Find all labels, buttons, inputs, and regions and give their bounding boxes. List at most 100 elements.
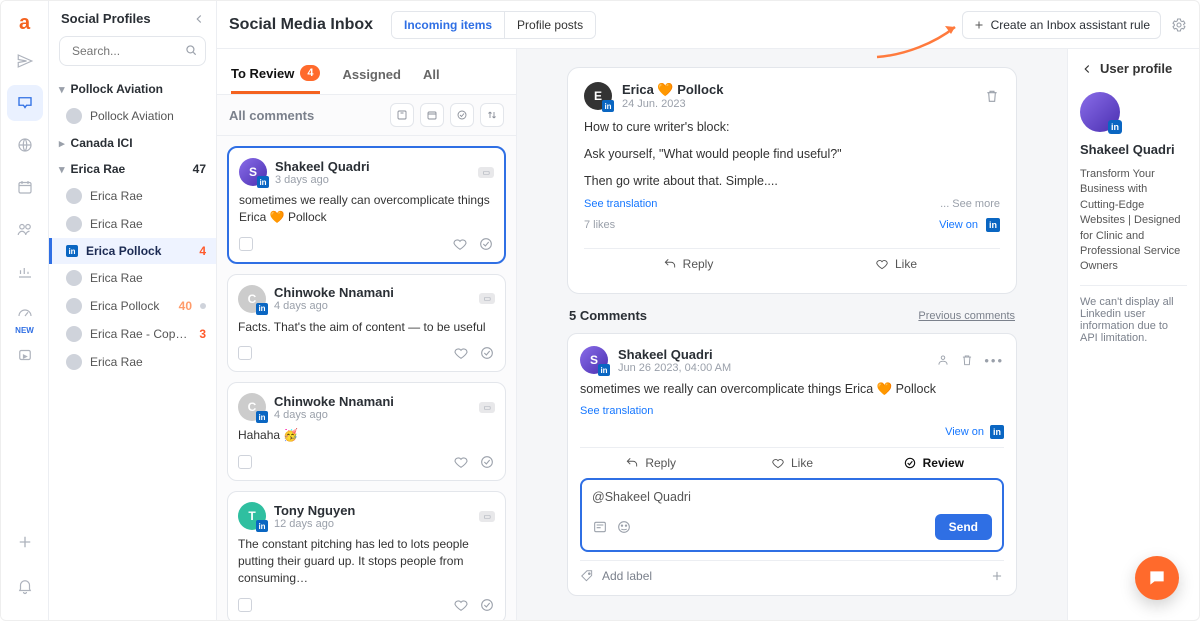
- avatar-icon: [66, 326, 82, 342]
- check-circle-icon[interactable]: [479, 454, 495, 470]
- heart-icon[interactable]: [453, 345, 469, 361]
- profile-note: We can't display all Linkedin user infor…: [1080, 285, 1187, 344]
- add-label-plus-icon[interactable]: [990, 569, 1004, 583]
- profile-item[interactable]: Erica Rae - Copywriter ...3: [49, 320, 216, 348]
- see-translation-link[interactable]: See translation: [580, 405, 653, 417]
- rail-people-icon[interactable]: [7, 211, 43, 247]
- check-circle-icon[interactable]: [478, 236, 494, 252]
- create-rule-button[interactable]: Create an Inbox assistant rule: [962, 11, 1161, 39]
- tab-to-review[interactable]: To Review4: [231, 59, 320, 94]
- rail-library-icon[interactable]: [7, 337, 43, 373]
- check-circle-icon[interactable]: [479, 345, 495, 361]
- post-line: Then go write about that. Simple....: [584, 172, 1000, 191]
- likes-count: 7 likes: [584, 219, 615, 231]
- profile-item[interactable]: Erica Rae: [49, 348, 216, 376]
- mark-reviewed-icon[interactable]: [450, 103, 474, 127]
- reply-text[interactable]: @Shakeel Quadri: [592, 490, 992, 504]
- profile-item[interactable]: Pollock Aviation: [49, 102, 216, 130]
- checkbox[interactable]: [238, 598, 252, 612]
- see-translation-link[interactable]: See translation: [584, 198, 657, 210]
- linkedin-icon: in: [986, 218, 1000, 232]
- rail-calendar-icon[interactable]: [7, 169, 43, 205]
- segmented-control: Incoming items Profile posts: [391, 11, 596, 39]
- seg-incoming[interactable]: Incoming items: [392, 12, 505, 38]
- avatar-icon: Cin: [238, 285, 266, 313]
- linkedin-icon: in: [256, 303, 268, 315]
- checkbox[interactable]: [238, 455, 252, 469]
- app-logo: a: [11, 9, 39, 37]
- comment-reply-button[interactable]: Reply: [580, 456, 721, 470]
- tab-assigned[interactable]: Assigned: [342, 59, 401, 94]
- profiles-column: Social Profiles ▾Pollock Aviation Polloc…: [49, 1, 217, 620]
- comment-review-button[interactable]: Review: [863, 456, 1004, 470]
- group-erica-rae[interactable]: ▾Erica Rae47: [49, 156, 216, 182]
- tab-all[interactable]: All: [423, 59, 440, 94]
- check-circle-icon[interactable]: [479, 597, 495, 613]
- avatar-icon: [66, 270, 82, 286]
- rail-analytics-icon[interactable]: [7, 253, 43, 289]
- profile-item[interactable]: Erica Rae: [49, 182, 216, 210]
- post-date: 24 Jun. 2023: [622, 98, 723, 110]
- view-on-link[interactable]: View on: [939, 219, 978, 231]
- rail-globe-icon[interactable]: [7, 127, 43, 163]
- sort-icon[interactable]: [480, 103, 504, 127]
- rail-add-icon[interactable]: [7, 524, 43, 560]
- date-filter-icon[interactable]: [420, 103, 444, 127]
- profile-item[interactable]: Erica Rae: [49, 210, 216, 238]
- assign-icon[interactable]: [936, 353, 950, 368]
- add-label-text[interactable]: Add label: [602, 569, 652, 583]
- main-area: Social Media Inbox Incoming items Profil…: [217, 1, 1199, 620]
- heart-icon[interactable]: [453, 454, 469, 470]
- post-like-button[interactable]: Like: [792, 249, 1000, 279]
- heart-icon[interactable]: [453, 597, 469, 613]
- search-icon[interactable]: [184, 43, 198, 57]
- inbox-card[interactable]: Sin Shakeel Quadri3 days ago ▭ sometimes…: [227, 146, 506, 264]
- chat-fab[interactable]: [1135, 556, 1179, 600]
- profiles-title: Social Profiles: [61, 11, 151, 26]
- page-title: Social Media Inbox: [229, 16, 373, 34]
- more-icon[interactable]: •••: [984, 353, 1004, 368]
- profile-item[interactable]: Erica Pollock40: [49, 292, 216, 320]
- avatar-icon: [66, 354, 82, 370]
- profile-item-active[interactable]: inErica Pollock4: [49, 238, 216, 264]
- rail-send-icon[interactable]: [7, 43, 43, 79]
- view-on-link[interactable]: View on: [945, 426, 984, 438]
- send-button[interactable]: Send: [935, 514, 992, 540]
- inbox-card[interactable]: Tin Tony Nguyen12 days ago ▭ The constan…: [227, 491, 506, 620]
- inbox-card[interactable]: Cin Chinwoke Nnamani4 days ago ▭ Facts. …: [227, 274, 506, 373]
- emoji-icon[interactable]: [616, 519, 632, 535]
- view-toggle-icon[interactable]: [390, 103, 414, 127]
- topbar: Social Media Inbox Incoming items Profil…: [217, 1, 1199, 49]
- tag-chip-icon: ▭: [479, 293, 495, 304]
- user-profile-back[interactable]: User profile: [1080, 61, 1187, 76]
- previous-comments-link[interactable]: Previous comments: [918, 310, 1015, 322]
- seg-profile-posts[interactable]: Profile posts: [505, 12, 595, 38]
- profile-name: Shakeel Quadri: [1080, 142, 1187, 157]
- trash-icon[interactable]: [960, 353, 974, 368]
- rail-inbox-icon[interactable]: [7, 85, 43, 121]
- template-icon[interactable]: [592, 519, 608, 535]
- tag-chip-icon: ▭: [479, 511, 495, 522]
- see-more[interactable]: ... See more: [940, 198, 1000, 210]
- gear-icon[interactable]: [1171, 17, 1187, 33]
- collapse-icon[interactable]: [192, 12, 206, 26]
- inbox-card[interactable]: Cin Chinwoke Nnamani4 days ago ▭ Hahaha …: [227, 382, 506, 481]
- avatar-icon: Cin: [238, 393, 266, 421]
- post-reply-button[interactable]: Reply: [584, 249, 792, 279]
- comment-like-button[interactable]: Like: [721, 456, 862, 470]
- rail-gauge-icon[interactable]: NEW: [7, 295, 43, 331]
- avatar-icon: [66, 108, 82, 124]
- post-line: How to cure writer's block:: [584, 118, 1000, 137]
- group-canada-ici[interactable]: ▸Canada ICI: [49, 130, 216, 156]
- checkbox[interactable]: [239, 237, 253, 251]
- avatar-icon: [66, 216, 82, 232]
- post-line: Ask yourself, "What would people find us…: [584, 145, 1000, 164]
- group-pollock-aviation[interactable]: ▾Pollock Aviation: [49, 76, 216, 102]
- heart-icon[interactable]: [452, 236, 468, 252]
- comments-heading: 5 Comments: [569, 308, 647, 323]
- rail-bell-icon[interactable]: [7, 568, 43, 604]
- profile-item[interactable]: Erica Rae: [49, 264, 216, 292]
- trash-icon[interactable]: [984, 88, 1000, 104]
- avatar-icon: Sin: [580, 346, 608, 374]
- checkbox[interactable]: [238, 346, 252, 360]
